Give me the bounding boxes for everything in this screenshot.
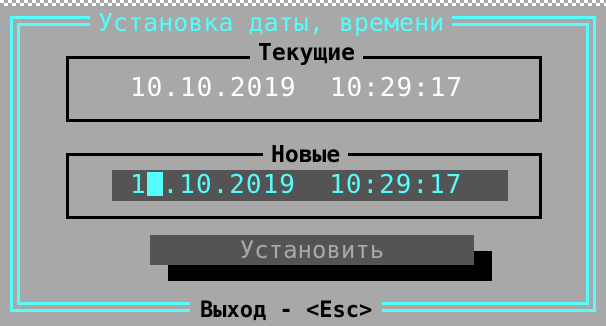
new-group-label: Новые	[263, 142, 349, 168]
new-datetime-after-cursor: .10.2019 10:29:17	[162, 170, 463, 200]
new-datetime-input[interactable]: 1 .10.2019 10:29:17	[112, 170, 508, 201]
new-datetime-text: 1 .10.2019 10:29:17	[130, 170, 462, 201]
exit-hint[interactable]: Выход - <Esc>	[190, 298, 383, 324]
current-datetime-value: 10.10.2019 10:29:17	[130, 73, 464, 103]
set-button[interactable]: Установить	[150, 235, 474, 265]
new-datetime-before-cursor: 1	[130, 170, 147, 200]
screen-edge-pattern	[0, 0, 606, 6]
dialog-title: Установка даты, времени	[90, 9, 453, 37]
current-group-label: Текущие	[250, 40, 363, 66]
text-cursor	[146, 172, 163, 196]
